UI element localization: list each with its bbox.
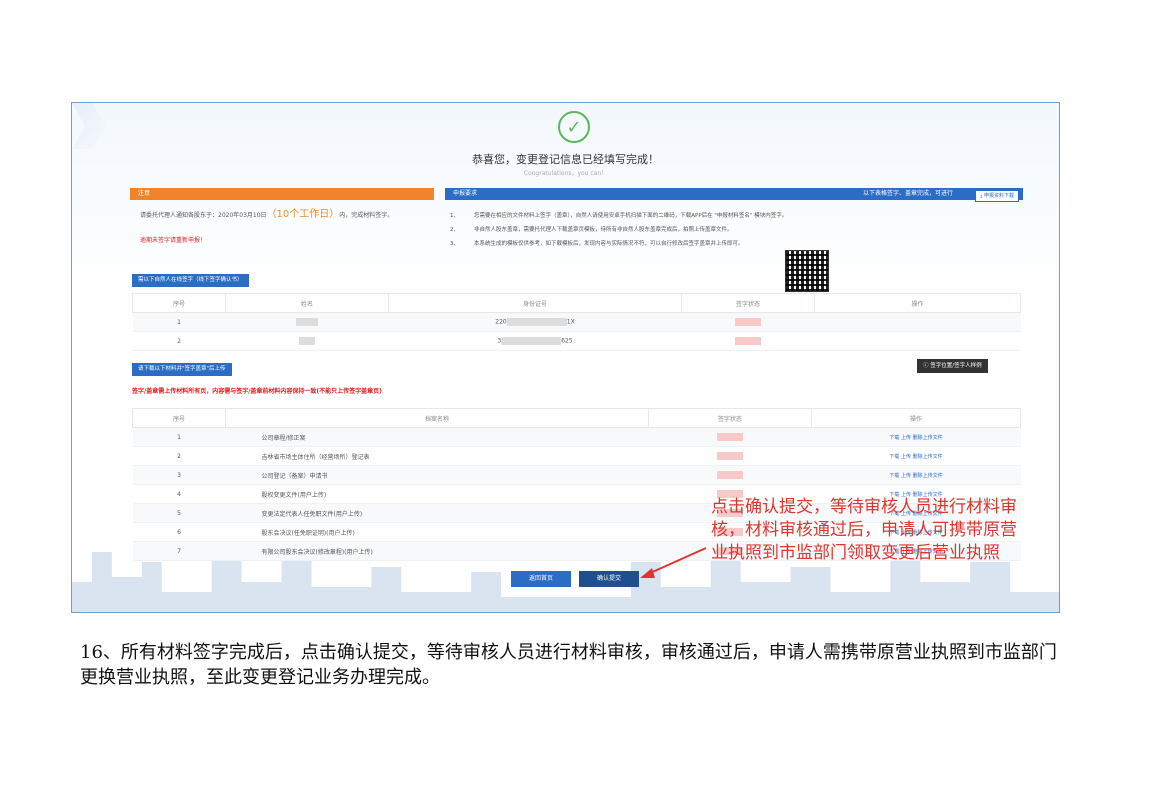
persons-section-tag: 需以下自然人在线签字（线下签字确认书） [132, 274, 249, 287]
requirement-num: 3、 [450, 241, 459, 247]
notice-title-bar: 注意 [130, 188, 434, 200]
redacted-id [506, 318, 567, 326]
redacted-status [717, 471, 743, 479]
requirement-text: 您需要在相应的文件材料上签字（盖章），自然人请使用安卓手机扫描下面的二维码，下载… [474, 213, 788, 219]
requirement-text: 本系统生成的模板仅供参考，如下载模板后，发现内容与实际情况不符，可以自行修改后签… [474, 241, 744, 247]
requirements-title: 申报要求 [453, 190, 478, 197]
sign-status [681, 312, 815, 332]
column-header: 姓名 [225, 293, 389, 313]
column-header: 档案名称 [225, 408, 649, 428]
requirement-item: 1、 您需要在相应的文件材料上签字（盖章），自然人请使用安卓手机扫描下面的二维码，… [450, 211, 787, 219]
material-name: 有限公司股东会决议(修改章程)(用户上传) [225, 541, 649, 561]
materials-section-tag: 请下载以下材料并"签字盖章"后上传 [132, 363, 232, 376]
id-suffix: 1X [566, 318, 575, 326]
material-name: 公司章程/修正案 [225, 427, 649, 447]
row-number: 1 [132, 427, 226, 447]
confirm-submit-button[interactable]: 确认提交 [579, 571, 639, 587]
column-header: 身份证号 [388, 293, 682, 313]
row-number: 6 [132, 522, 226, 542]
material-name: 股东会决议(任免职证明)(用户上传) [225, 522, 649, 542]
table-header-row: 序号 姓名 身份证号 签字状态 操作 [132, 293, 1021, 313]
back-home-button[interactable]: 返回首页 [511, 571, 571, 587]
notice-text: 请委托代理人通知各股东于：2020年03月10日（10个工作日）内，完成材料签字… [140, 210, 430, 221]
column-header: 签字状态 [681, 293, 815, 313]
table-row: 2 3 625 [132, 331, 1021, 351]
requirement-num: 2、 [450, 227, 459, 233]
sign-status [681, 331, 815, 351]
table-header-row: 序号 档案名称 签字状态 操作 [132, 408, 1021, 428]
notice-text-before: 请委托代理人通知各股东于：2020年03月10日 [140, 212, 267, 219]
person-name [225, 331, 389, 351]
sign-status [648, 427, 812, 447]
id-prefix: 220 [495, 318, 507, 326]
annotation-text: 点击确认提交，等待审核人员进行材料审核，材料审核通过后，申请人可携带原营业执照到… [711, 497, 1017, 563]
sign-status [648, 446, 812, 466]
row-number: 7 [132, 541, 226, 561]
row-ops [814, 331, 1021, 351]
column-header: 签字状态 [648, 408, 812, 428]
success-subline: Congratulations，you can！ [523, 170, 608, 177]
redacted-status [735, 318, 761, 326]
requirements-title-bar: 申报要求 以下表格签字、盖章完成，可进行 ⤓ 申报资料下载 [445, 188, 1023, 202]
sign-status [648, 465, 812, 485]
column-header: 序号 [132, 408, 226, 428]
row-number: 2 [132, 331, 226, 351]
requirement-num: 1、 [450, 213, 459, 219]
redacted-name [296, 318, 318, 326]
person-id: 3 625 [388, 331, 682, 351]
column-header: 操作 [814, 293, 1021, 313]
notice-text-after: 内，完成材料签字。 [339, 212, 394, 219]
redacted-status [717, 452, 743, 460]
download-icon: ⤓ [980, 193, 983, 199]
id-suffix: 625 [561, 337, 573, 345]
persons-table: 序号 姓名 身份证号 签字状态 操作 1 220 1X 2 3 625 [132, 293, 1021, 351]
table-row: 1 公司章程/修正案 下载 上传 删除上传文件 [132, 427, 1021, 447]
row-number: 3 [132, 465, 226, 485]
redacted-name [299, 337, 315, 345]
requirement-item: 2、 非自然人股东盖章，需要托代理人下载盖章页模板，待所有非自然人股东盖章完成后，… [450, 225, 733, 233]
materials-warning: 签字/盖章需上传材料所有页，内容需与签字/盖章前材料内容保持一致(不能只上传签字… [132, 388, 382, 395]
step-caption: 16、所有材料签字完成后，点击确认提交，等待审核人员进行材料审核，审核通过后，申… [80, 642, 1057, 688]
material-name: 公司登记（备案）申请书 [225, 465, 649, 485]
redacted-status [735, 337, 761, 345]
download-materials-label: 申报资料下载 [983, 193, 1014, 199]
person-name [225, 312, 389, 332]
redacted-id [501, 337, 562, 345]
sign-sample-button[interactable]: ⓘ 签字位置/签字人样例 [917, 359, 988, 373]
person-id: 220 1X [388, 312, 682, 332]
requirement-item: 3、 本系统生成的模板仅供参考，如下载模板后，发现内容与实际情况不符，可以自行修改… [450, 239, 744, 247]
decorative-chevron [72, 103, 106, 149]
app-download-qr-code [785, 250, 829, 292]
row-number: 5 [132, 503, 226, 523]
material-name: 变更法定代表人任免职文件(用户上传) [225, 503, 649, 523]
requirement-text: 非自然人股东盖章，需要托代理人下载盖章页模板，待所有非自然人股东盖章完成后，拍照… [474, 227, 733, 233]
table-row: 1 220 1X [132, 312, 1021, 332]
table-row: 2 吉林省市场主体住所（经营场所）登记表 下载 上传 删除上传文件 [132, 446, 1021, 466]
row-ops[interactable]: 下载 上传 删除上传文件 [811, 446, 1021, 466]
material-name: 股权变更文件(用户上传) [225, 484, 649, 504]
table-row: 3 公司登记（备案）申请书 下载 上传 删除上传文件 [132, 465, 1021, 485]
redacted-status [717, 433, 743, 441]
sign-sample-label: 签字位置/签字人样例 [930, 363, 982, 369]
column-header: 序号 [132, 293, 226, 313]
success-check-icon: ✓ [558, 111, 590, 143]
row-number: 2 [132, 446, 226, 466]
row-ops[interactable]: 下载 上传 删除上传文件 [811, 465, 1021, 485]
info-icon: ⓘ [923, 363, 929, 369]
requirements-right-note: 以下表格签字、盖章完成，可进行 [862, 190, 953, 197]
row-number: 1 [132, 312, 226, 332]
success-headline: 恭喜您，变更登记信息已经填写完成！ [472, 153, 659, 166]
notice-overdue-warning: 逾期未签字请重新申报！ [140, 237, 207, 244]
row-ops[interactable]: 下载 上传 删除上传文件 [811, 427, 1021, 447]
material-name: 吉林省市场主体住所（经营场所）登记表 [225, 446, 649, 466]
row-ops [814, 312, 1021, 332]
column-header: 操作 [811, 408, 1021, 428]
download-materials-button[interactable]: ⤓ 申报资料下载 [975, 190, 1019, 202]
notice-deadline-highlight: （10个工作日） [266, 209, 340, 220]
row-number: 4 [132, 484, 226, 504]
